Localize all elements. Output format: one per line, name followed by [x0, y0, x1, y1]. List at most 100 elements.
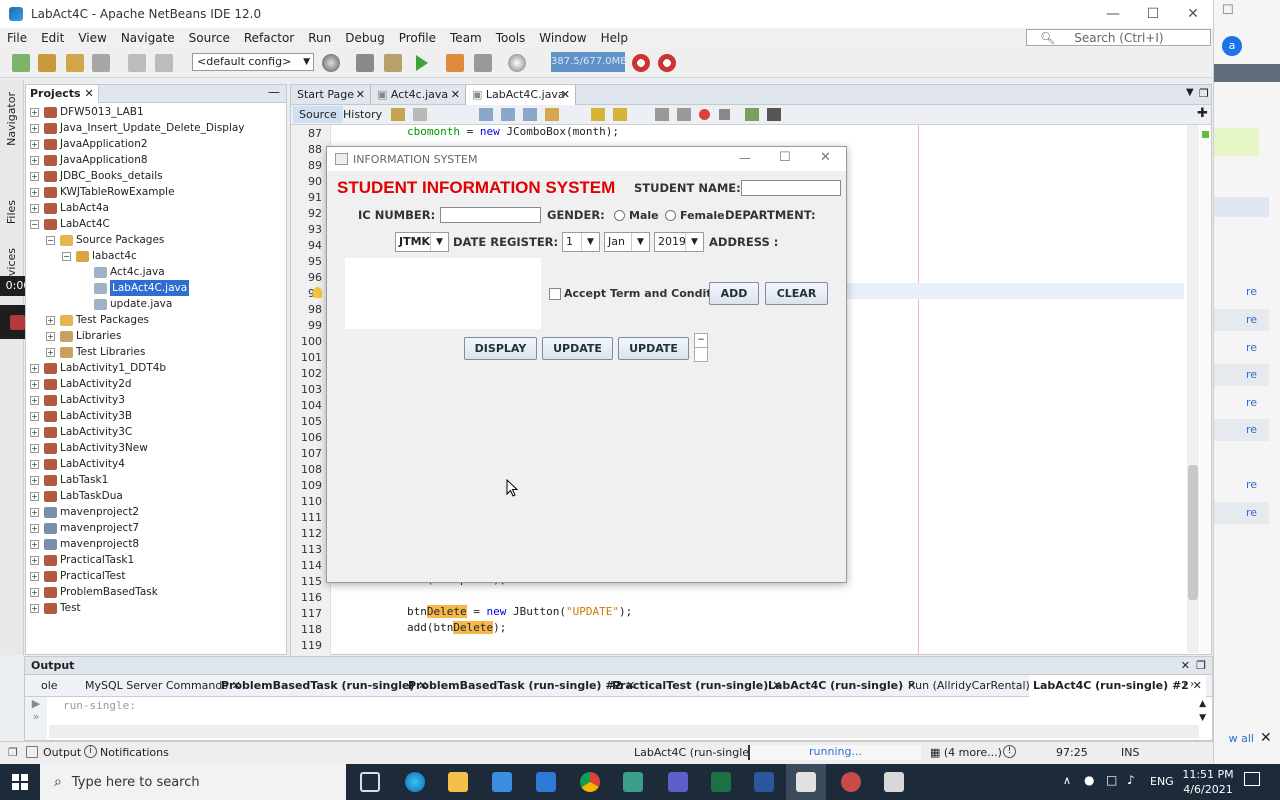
- collapse-icon[interactable]: −: [62, 252, 71, 261]
- mail-icon[interactable]: [536, 772, 556, 792]
- avatar[interactable]: a: [1222, 36, 1242, 56]
- line-number[interactable]: 118: [301, 623, 322, 636]
- bg-link[interactable]: re: [1214, 419, 1269, 441]
- expand-icon[interactable]: +: [30, 156, 39, 165]
- tree-item[interactable]: + Test Packages: [26, 312, 286, 328]
- lightbulb-hint-icon[interactable]: [313, 287, 322, 298]
- line-number[interactable]: 92: [308, 207, 322, 220]
- output-tab[interactable]: Run (AllridyCarRental) ✕: [908, 675, 1043, 697]
- restore-window-icon[interactable]: ❐: [1196, 657, 1206, 675]
- globe-icon[interactable]: [322, 54, 340, 72]
- tree-item[interactable]: update.java: [26, 296, 286, 312]
- expand-icon[interactable]: +: [30, 540, 39, 549]
- notification-center-icon[interactable]: [1244, 772, 1260, 786]
- profile-gauge-icon[interactable]: [508, 54, 526, 72]
- expand-icon[interactable]: +: [30, 508, 39, 517]
- close-icon[interactable]: ✕: [84, 87, 93, 100]
- line-number[interactable]: 115: [301, 575, 322, 588]
- menu-debug[interactable]: Debug: [338, 31, 391, 45]
- config-select[interactable]: <default config> ▼: [192, 53, 314, 71]
- search-input[interactable]: 🔍︎ Search (Ctrl+I): [1026, 29, 1211, 46]
- tree-item[interactable]: + JDBC_Books_details: [26, 168, 286, 184]
- windows-start-icon[interactable]: [12, 774, 28, 790]
- female-radio[interactable]: [665, 210, 676, 221]
- tree-item[interactable]: + LabTaskDua: [26, 488, 286, 504]
- tree-item[interactable]: − LabAct4C: [26, 216, 286, 232]
- address-textarea[interactable]: [345, 258, 541, 329]
- tree-item[interactable]: + Test: [26, 600, 286, 616]
- clean-build-icon[interactable]: [384, 54, 402, 72]
- dialog-close-button[interactable]: ✕: [820, 150, 831, 165]
- student-name-field[interactable]: [741, 180, 841, 196]
- line-number[interactable]: 89: [308, 159, 322, 172]
- bg-link[interactable]: re: [1214, 392, 1269, 414]
- month-select[interactable]: Jan ▼: [604, 232, 650, 252]
- tree-item[interactable]: + mavenproject8: [26, 536, 286, 552]
- word-icon[interactable]: [754, 772, 774, 792]
- dialog-maximize-button[interactable]: ☐: [779, 150, 791, 165]
- build-hammer-icon[interactable]: [356, 54, 374, 72]
- tree-item[interactable]: + LabActivity3New: [26, 440, 286, 456]
- expand-icon[interactable]: +: [30, 588, 39, 597]
- dialog-minimize-button[interactable]: —: [739, 151, 751, 165]
- netbeans-app-icon[interactable]: [841, 772, 861, 792]
- expand-icon[interactable]: +: [30, 188, 39, 197]
- line-number[interactable]: 111: [301, 511, 322, 524]
- close-icon[interactable]: ✕: [356, 85, 365, 105]
- shift-right-icon[interactable]: [677, 108, 691, 121]
- line-number[interactable]: 113: [301, 543, 322, 556]
- files-tab[interactable]: Files: [5, 200, 18, 224]
- add-button[interactable]: ADD: [709, 282, 759, 305]
- tree-item[interactable]: + ProblemBasedTask: [26, 584, 286, 600]
- tree-item[interactable]: Act4c.java: [26, 264, 286, 280]
- line-number[interactable]: 114: [301, 559, 322, 572]
- expand-icon[interactable]: +: [46, 348, 55, 357]
- line-number[interactable]: 112: [301, 527, 322, 540]
- expand-icon[interactable]: +: [30, 428, 39, 437]
- tree-item[interactable]: + LabActivity3C: [26, 424, 286, 440]
- clock[interactable]: 11:51 PM 4/6/2021: [1180, 767, 1236, 797]
- next-bookmark-icon[interactable]: [613, 108, 627, 121]
- expand-icon[interactable]: +: [46, 316, 55, 325]
- debug-icon[interactable]: [446, 54, 464, 72]
- close-icon[interactable]: ✕: [561, 85, 570, 105]
- code-line-117[interactable]: btnDelete = new JButton("UPDATE");: [407, 605, 632, 618]
- menu-view[interactable]: View: [71, 31, 113, 45]
- close-icon[interactable]: ✕: [1181, 657, 1190, 675]
- language-indicator[interactable]: ENG: [1150, 775, 1174, 788]
- menu-edit[interactable]: Edit: [34, 31, 71, 45]
- line-number[interactable]: 104: [301, 399, 322, 412]
- line-number[interactable]: 116: [301, 591, 322, 604]
- tree-item[interactable]: + LabTask1: [26, 472, 286, 488]
- bg-link[interactable]: re: [1214, 309, 1269, 331]
- undo-icon[interactable]: [128, 54, 146, 72]
- expand-icon[interactable]: +: [30, 460, 39, 469]
- forward-icon[interactable]: [413, 108, 427, 121]
- tray-up-icon[interactable]: ∧: [1063, 774, 1071, 787]
- line-number[interactable]: 99: [308, 319, 322, 332]
- expand-icon[interactable]: +: [30, 140, 39, 149]
- tree-item[interactable]: + JavaApplication8: [26, 152, 286, 168]
- tab-labact4c[interactable]: ▣ LabAct4C.java ✕: [466, 85, 576, 105]
- expand-icon[interactable]: +: [30, 492, 39, 501]
- expand-icon[interactable]: +: [46, 332, 55, 341]
- minimize-button[interactable]: —: [1093, 0, 1133, 28]
- tree-item[interactable]: + LabActivity4: [26, 456, 286, 472]
- line-number[interactable]: 98: [308, 303, 322, 316]
- menu-help[interactable]: Help: [594, 31, 635, 45]
- tree-item[interactable]: + DFW5013_LAB1: [26, 104, 286, 120]
- output-window-icon[interactable]: [26, 746, 38, 758]
- scrollbar-thumb[interactable]: [1188, 465, 1198, 600]
- gc-icon[interactable]: [632, 54, 650, 72]
- expand-icon[interactable]: +: [30, 108, 39, 117]
- output-tab[interactable]: ProblemBasedTask (run-single) #2 ✕: [408, 675, 635, 697]
- new-file-icon[interactable]: [12, 54, 30, 72]
- menu-team[interactable]: Team: [443, 31, 489, 45]
- tab-start-page[interactable]: Start Page ✕: [291, 85, 371, 105]
- scroll-down-icon[interactable]: ▼: [1199, 713, 1206, 723]
- tree-item[interactable]: + LabActivity1_DDT4b: [26, 360, 286, 376]
- expand-icon[interactable]: +: [30, 412, 39, 421]
- shift-left-icon[interactable]: [655, 108, 669, 121]
- menu-refactor[interactable]: Refactor: [237, 31, 301, 45]
- notifications-label[interactable]: Notifications: [100, 746, 169, 759]
